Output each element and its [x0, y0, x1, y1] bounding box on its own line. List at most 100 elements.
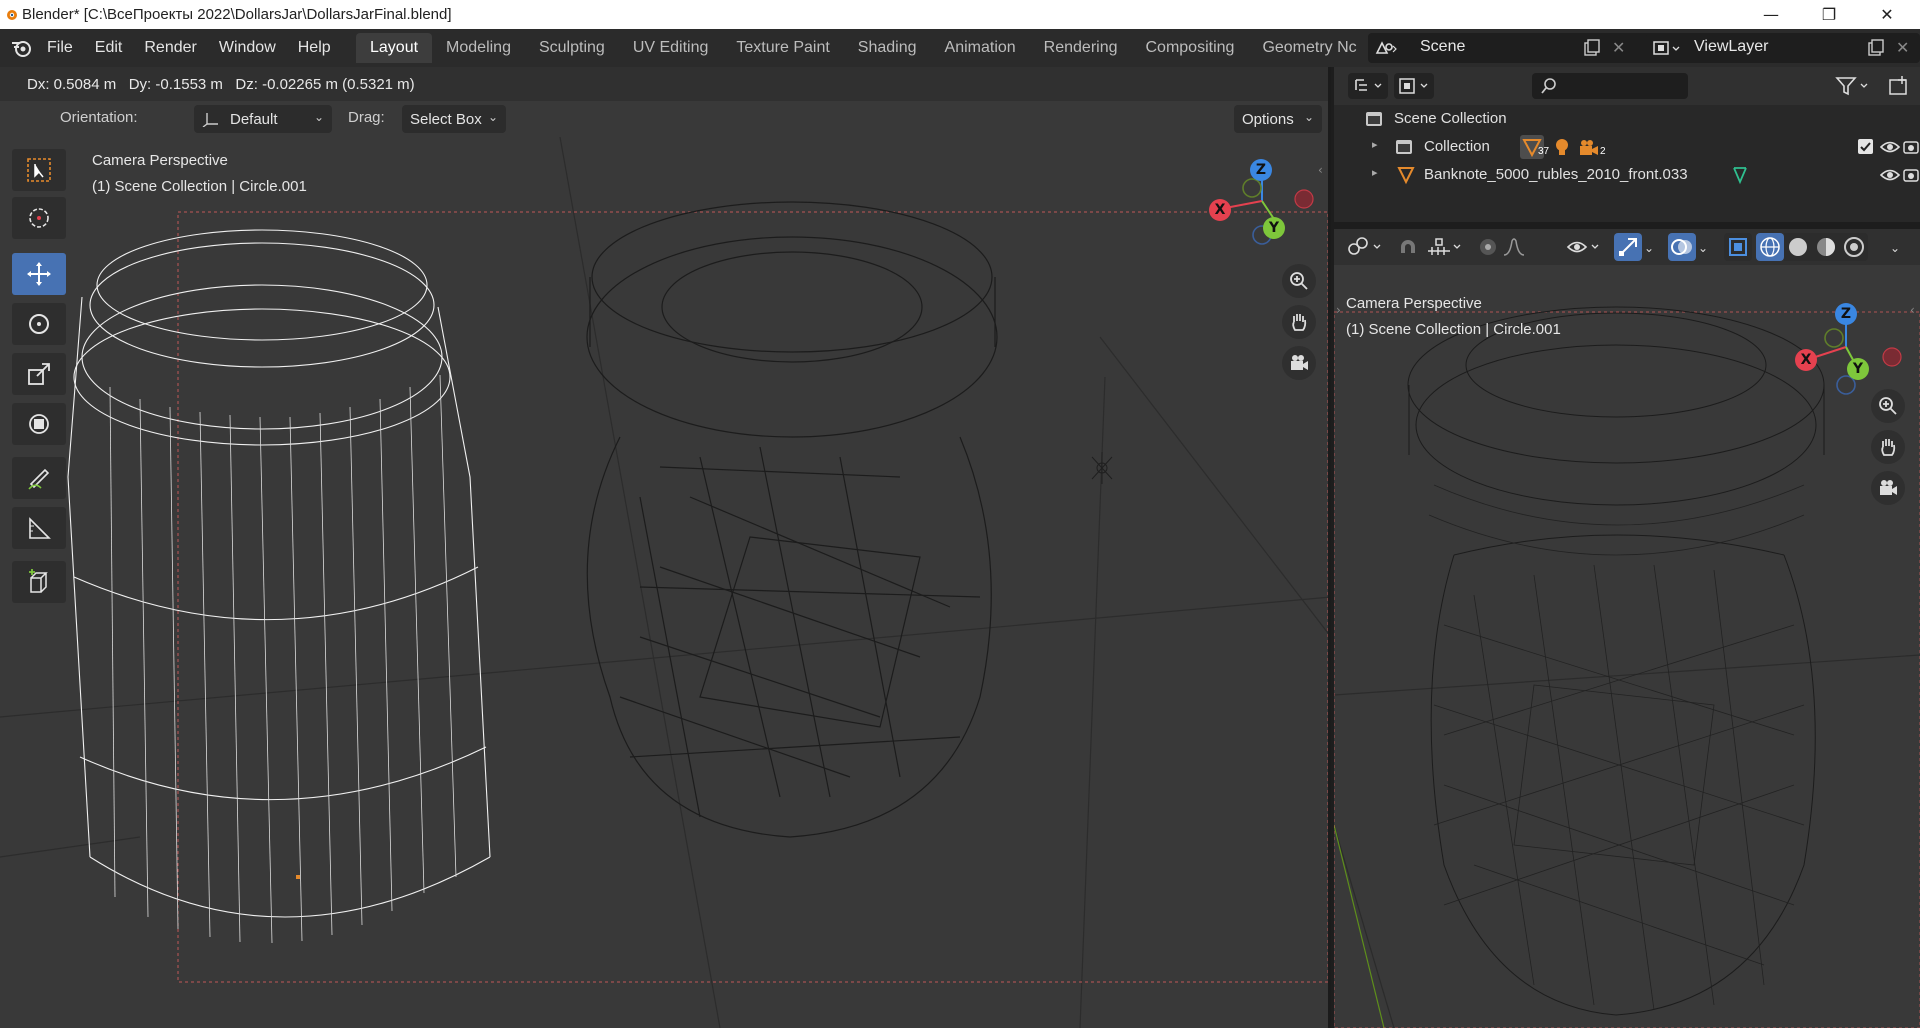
toolbar-toggle-icon[interactable]: ›: [1336, 303, 1341, 317]
gizmo-x-axis[interactable]: X: [1209, 199, 1231, 221]
camera-count-badge: 2: [1600, 146, 1606, 157]
render-camera-icon[interactable]: [1902, 138, 1920, 160]
xray-toggle-icon[interactable]: [1724, 233, 1752, 261]
tab-uv-editing[interactable]: UV Editing: [619, 33, 723, 63]
blender-menu-icon[interactable]: [10, 37, 34, 59]
zoom-icon[interactable]: [1871, 389, 1905, 423]
magnet-icon[interactable]: [1396, 235, 1420, 263]
material-shading-icon[interactable]: [1812, 233, 1840, 261]
new-collection-icon[interactable]: [1886, 73, 1912, 99]
main-viewport-area[interactable]: Dx: 0.5084 m Dy: -0.1553 m Dz: -0.02265 …: [0, 67, 1331, 1028]
camera-view-icon[interactable]: [1871, 471, 1905, 505]
minimize-button[interactable]: —: [1742, 0, 1800, 29]
restore-button[interactable]: ❐: [1800, 0, 1858, 29]
view-layer-selector[interactable]: ViewLayer ✕: [1646, 33, 1920, 63]
tab-geometry-nodes[interactable]: Geometry Nc: [1248, 33, 1370, 63]
scene-name[interactable]: Scene: [1420, 38, 1465, 56]
hand-pan-icon[interactable]: [1282, 305, 1316, 339]
delete-scene-icon[interactable]: ✕: [1612, 38, 1625, 57]
menu-render[interactable]: Render: [133, 33, 207, 63]
falloff-curve-icon[interactable]: [1502, 235, 1526, 263]
solid-shading-icon[interactable]: [1784, 233, 1812, 261]
scale-tool[interactable]: [12, 353, 66, 395]
rendered-shading-icon[interactable]: [1840, 233, 1868, 261]
gizmo-z-axis[interactable]: Z: [1250, 159, 1272, 181]
camera-frame: [177, 211, 1328, 983]
camera-view-icon[interactable]: [1282, 346, 1316, 380]
secondary-viewport[interactable]: ⌄ ⌄ ⌄ Camera Perspective (1) Scene Colle…: [1334, 229, 1920, 1028]
expand-arrow-icon[interactable]: ▸: [1372, 166, 1378, 179]
secondary-view-name: Camera Perspective: [1346, 295, 1482, 312]
view-layer-name[interactable]: ViewLayer: [1694, 38, 1768, 56]
outliner-collection-row[interactable]: ▸ Collection 37 2: [1334, 133, 1920, 161]
tab-sculpting[interactable]: Sculpting: [525, 33, 619, 63]
render-camera-icon[interactable]: [1902, 166, 1920, 188]
gizmo-x-axis[interactable]: X: [1795, 349, 1817, 371]
menu-help[interactable]: Help: [287, 33, 342, 63]
blender-logo-icon: [4, 7, 18, 21]
window-title: Blender* [C:\ВсеПроекты 2022\DollarsJar\…: [22, 6, 452, 23]
tab-shading[interactable]: Shading: [844, 33, 931, 63]
wireframe-shading-icon[interactable]: [1756, 233, 1784, 261]
options-dropdown[interactable]: Options ⌄: [1234, 105, 1322, 133]
gizmo-y-axis[interactable]: Y: [1263, 217, 1285, 239]
close-button[interactable]: ✕: [1858, 0, 1916, 29]
outliner-scene-collection-row[interactable]: Scene Collection: [1334, 105, 1920, 133]
light-object-icon: [1552, 137, 1572, 161]
tab-texture-paint[interactable]: Texture Paint: [722, 33, 843, 63]
move-tool[interactable]: [12, 253, 66, 295]
visibility-selectability-icon[interactable]: [1566, 235, 1606, 263]
snap-increment-icon[interactable]: [1426, 235, 1466, 263]
chevron-down-icon[interactable]: ⌄: [1890, 241, 1900, 255]
tab-rendering[interactable]: Rendering: [1030, 33, 1132, 63]
measure-tool[interactable]: [12, 507, 66, 549]
select-box-tool[interactable]: [12, 149, 66, 191]
proportional-edit-icon[interactable]: [1476, 235, 1500, 263]
eye-visibility-icon[interactable]: [1879, 166, 1901, 188]
snap-icon[interactable]: [1346, 235, 1386, 263]
gizmo-y-axis[interactable]: Y: [1847, 358, 1869, 380]
chevron-down-icon[interactable]: ⌄: [1644, 241, 1654, 255]
new-view-layer-icon[interactable]: [1866, 38, 1886, 58]
tab-animation[interactable]: Animation: [931, 33, 1030, 63]
orientation-dropdown[interactable]: Default ⌄: [194, 105, 332, 133]
transform-tool[interactable]: [12, 403, 66, 445]
menu-edit[interactable]: Edit: [84, 33, 134, 63]
scene-selector[interactable]: Scene ✕: [1368, 33, 1658, 63]
filter-icon[interactable]: [1832, 73, 1874, 99]
overlays-toggle-icon[interactable]: [1668, 233, 1696, 261]
orientation-value: Default: [230, 110, 278, 128]
delete-view-layer-icon[interactable]: ✕: [1896, 38, 1909, 57]
gizmo-toggle-icon[interactable]: [1614, 233, 1642, 261]
outliner-search-input[interactable]: [1532, 73, 1688, 99]
expand-arrow-icon[interactable]: ▸: [1372, 138, 1378, 151]
editor-type-icon[interactable]: [1348, 73, 1388, 99]
chevron-down-icon: ⌄: [487, 110, 498, 124]
menu-file[interactable]: File: [36, 33, 84, 63]
banknote-object-label: Banknote_5000_rubles_2010_front.033: [1424, 166, 1688, 183]
menu-window[interactable]: Window: [208, 33, 287, 63]
tab-layout[interactable]: Layout: [356, 33, 433, 63]
viewport-collection-info: (1) Scene Collection | Circle.001: [92, 178, 307, 195]
rotate-tool[interactable]: [12, 303, 66, 345]
add-cube-tool[interactable]: [12, 561, 66, 603]
eye-visibility-icon[interactable]: [1879, 138, 1901, 160]
camera-frame: [1334, 311, 1920, 1028]
sidebar-toggle-icon[interactable]: ‹: [1318, 163, 1323, 177]
zoom-icon[interactable]: [1282, 264, 1316, 298]
cursor-tool[interactable]: [12, 197, 66, 239]
outliner-banknote-row[interactable]: ▸ Banknote_5000_rubles_2010_front.033: [1334, 161, 1920, 189]
annotate-tool[interactable]: [12, 457, 66, 499]
gizmo-z-axis[interactable]: Z: [1835, 303, 1857, 325]
search-icon: [1540, 77, 1558, 99]
viewport-scene[interactable]: [0, 137, 1331, 1028]
display-mode-icon[interactable]: [1394, 73, 1434, 99]
tab-modeling[interactable]: Modeling: [432, 33, 525, 63]
hand-pan-icon[interactable]: [1871, 430, 1905, 464]
new-scene-icon[interactable]: [1582, 38, 1602, 58]
chevron-down-icon[interactable]: ⌄: [1698, 241, 1708, 255]
mesh-data-icon: [1730, 165, 1750, 189]
tab-compositing[interactable]: Compositing: [1132, 33, 1249, 63]
drag-dropdown[interactable]: Select Box ⌄: [402, 105, 506, 133]
exclude-checkbox[interactable]: [1858, 139, 1873, 154]
